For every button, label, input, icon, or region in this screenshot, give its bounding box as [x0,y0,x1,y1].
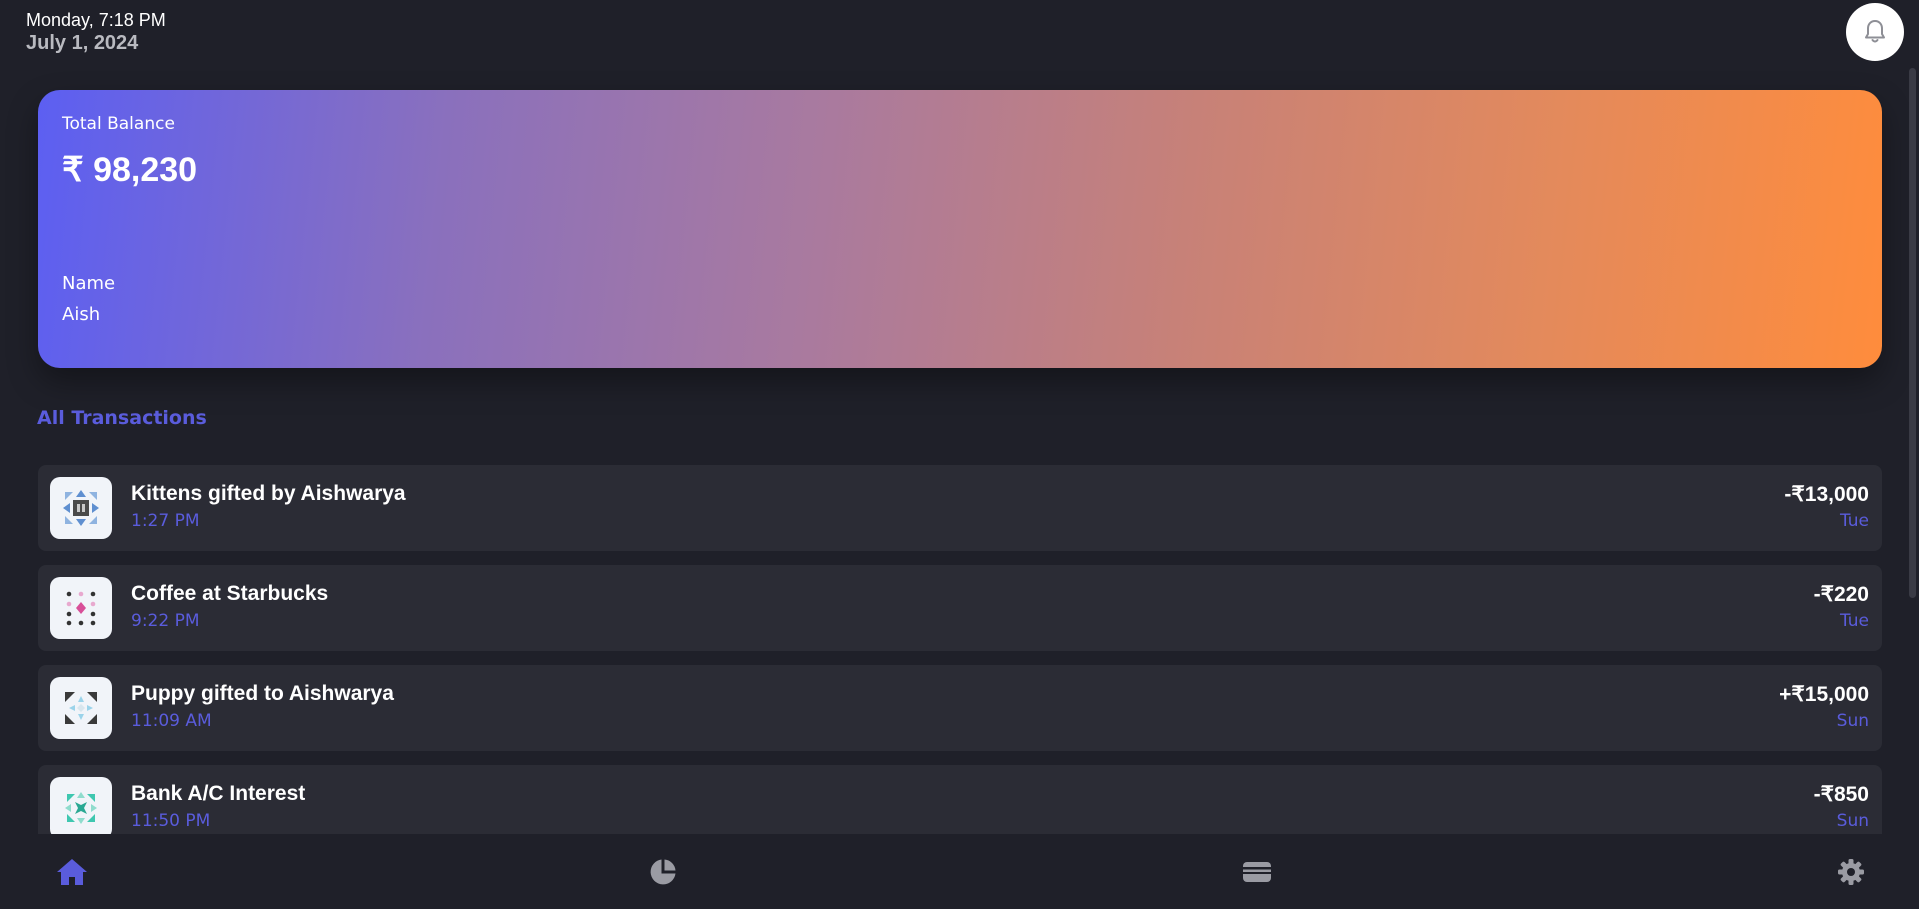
nav-settings[interactable] [1833,854,1869,890]
transaction-amount: -₹13,000 [1784,483,1869,506]
pie-chart-icon [650,859,676,885]
nav-analytics[interactable] [645,854,681,890]
gear-icon [1838,859,1864,885]
transaction-time: 9:22 PM [131,611,200,631]
transaction-day: Tue [1839,611,1869,631]
app-screen: Monday, 7:18 PM July 1, 2024 Total Balan… [0,0,1919,909]
bell-icon [1865,20,1885,43]
scrollbar[interactable] [1909,68,1916,598]
balance-card[interactable]: Total Balance ₹ 98,230 Name Aish [38,90,1882,368]
transaction-row[interactable]: Bank A/C Interest 11:50 PM -₹850 Sun [38,765,1882,834]
current-time: Monday, 7:18 PM [26,10,166,30]
identicon-icon [66,591,96,626]
transaction-row[interactable]: Coffee at Starbucks 9:22 PM -₹220 Tue [38,565,1882,651]
transaction-title: Kittens gifted by Aishwarya [131,482,406,505]
transaction-title: Coffee at Starbucks [131,582,329,605]
transaction-avatar [50,577,112,639]
transaction-amount: -₹220 [1813,583,1869,606]
transaction-time: 11:09 AM [131,711,212,731]
bottom-navigation [0,834,1919,909]
identicon-icon [65,692,97,724]
transaction-time: 11:50 PM [131,811,211,831]
transaction-day: Sun [1836,811,1869,831]
nav-cards[interactable] [1239,854,1275,890]
card-icon [1243,862,1271,882]
home-icon [57,859,87,885]
transaction-avatar [50,477,112,539]
transaction-row[interactable]: Kittens gifted by Aishwarya 1:27 PM -₹13… [38,465,1882,551]
name-value: Aish [62,304,101,325]
name-label: Name [62,273,116,294]
transaction-day: Tue [1839,511,1869,531]
header: Monday, 7:18 PM July 1, 2024 [26,9,166,55]
nav-home[interactable] [54,854,90,890]
transaction-day: Sun [1836,711,1869,731]
transaction-amount: -₹850 [1813,783,1869,806]
transaction-title: Bank A/C Interest [131,782,306,805]
balance-label: Total Balance [62,114,175,134]
transaction-title: Puppy gifted to Aishwarya [131,682,394,705]
transaction-time: 1:27 PM [131,511,200,531]
current-date: July 1, 2024 [26,32,139,54]
transaction-avatar [50,777,112,834]
transaction-avatar [50,677,112,739]
notifications-button[interactable] [1846,3,1904,61]
scroll-area[interactable]: Total Balance ₹ 98,230 Name Aish All Tra… [0,68,1919,834]
all-transactions-link[interactable]: All Transactions [37,407,207,429]
identicon-icon [63,490,99,526]
transaction-row[interactable]: Puppy gifted to Aishwarya 11:09 AM +₹15,… [38,665,1882,751]
transaction-amount: +₹15,000 [1779,683,1869,706]
balance-amount: ₹ 98,230 [62,151,198,189]
identicon-icon [65,792,97,824]
